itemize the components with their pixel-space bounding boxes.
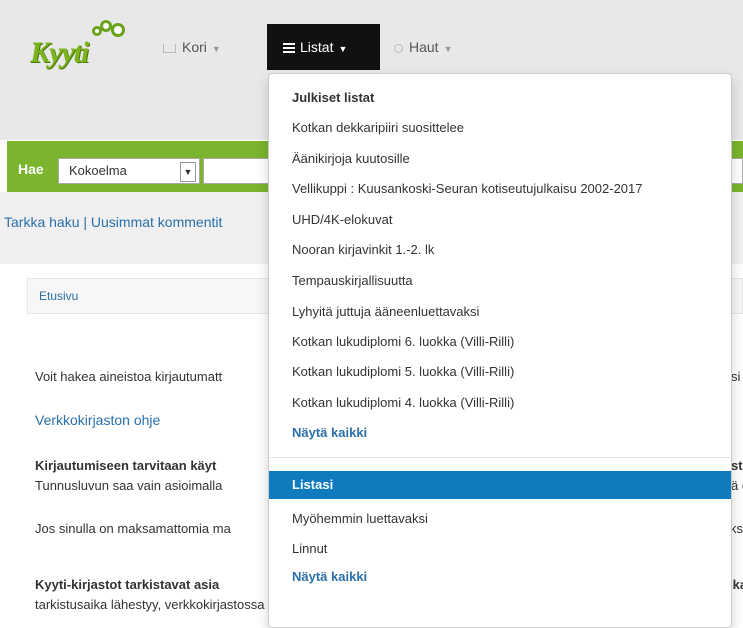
nav-listat-label: Listat	[300, 39, 334, 55]
caret-down-icon: ▼	[211, 44, 221, 54]
my-list-item[interactable]: Myöhemmin luettavaksi	[292, 511, 428, 526]
caret-down-icon: ▼	[338, 44, 348, 54]
public-list-item[interactable]: Nooran kirjavinkit 1.-2. lk	[292, 242, 434, 257]
show-all-public-lists-link[interactable]: Näytä kaikki	[292, 425, 367, 440]
search-scope-value: Kokoelma	[69, 163, 127, 178]
top-navigation: Kyyti Kori ▼ Listat ▼ Haut ▼	[0, 0, 743, 70]
my-lists-item[interactable]: Listasi	[269, 471, 731, 499]
search-icon	[394, 43, 403, 53]
show-all-my-lists-link[interactable]: Näytä kaikki	[292, 569, 367, 584]
menu-divider	[269, 457, 731, 458]
list-icon	[283, 43, 295, 54]
logo-bubble	[111, 23, 125, 37]
search-label: Hae	[18, 161, 44, 177]
kyyti-logo[interactable]: Kyyti	[30, 20, 126, 70]
public-list-item[interactable]: Vellikuppi : Kuusankoski-Seuran kotiseut…	[292, 181, 643, 196]
nav-kori[interactable]: Kori ▼	[163, 24, 221, 70]
search-scope-select[interactable]: Kokoelma ▼	[58, 158, 200, 184]
logo-text: Kyyti	[30, 36, 89, 69]
login-requirements-heading-end: st	[731, 458, 743, 473]
public-list-item[interactable]: Lyhyitä juttuja ääneenluettavaksi	[292, 304, 479, 319]
search-links[interactable]: Tarkka haku | Uusimmat kommentit	[4, 214, 222, 230]
public-list-item[interactable]: Äänikirjoja kuutosille	[292, 151, 410, 166]
public-list-item[interactable]: UHD/4K-elokuvat	[292, 212, 392, 227]
pin-info-text-end: ä e	[731, 478, 743, 493]
nav-listat[interactable]: Listat ▼	[267, 24, 380, 70]
breadcrumb-home-link[interactable]: Etusivu	[39, 289, 78, 303]
nav-haut[interactable]: Haut ▼	[394, 24, 453, 70]
intro-text: Voit hakea aineistoa kirjautumatt	[35, 369, 223, 384]
caret-down-icon: ▼	[443, 44, 453, 54]
nav-kori-label: Kori	[182, 39, 207, 55]
cart-icon	[163, 43, 176, 53]
public-list-item[interactable]: Kotkan lukudiplomi 4. luokka (Villi-Rill…	[292, 395, 514, 410]
public-list-item[interactable]: Tempauskirjallisuutta	[292, 273, 413, 288]
public-list-item[interactable]: Kotkan lukudiplomi 5. luokka (Villi-Rill…	[292, 364, 514, 379]
intro-text-end: si	[731, 369, 741, 384]
login-requirements-heading: Kirjautumiseen tarvitaan käyt	[35, 458, 217, 473]
public-list-item[interactable]: Kotkan lukudiplomi 6. luokka (Villi-Rill…	[292, 334, 514, 349]
my-lists-label: Listasi	[292, 477, 334, 492]
chevron-down-icon: ▼	[180, 162, 196, 182]
my-list-item[interactable]: Linnut	[292, 541, 327, 556]
nav-haut-label: Haut	[409, 39, 439, 55]
public-list-item[interactable]: Kotkan dekkaripiiri suosittelee	[292, 120, 464, 135]
public-lists-header: Julkiset listat	[292, 90, 375, 105]
lists-dropdown-menu: Julkiset listat Kotkan dekkaripiiri suos…	[268, 73, 732, 628]
help-link[interactable]: Verkkokirjaston ohje	[35, 412, 160, 428]
fees-text: Jos sinulla on maksamattomia ma	[35, 521, 231, 536]
pin-info-text: Tunnusluvun saa vain asioimalla	[35, 478, 223, 493]
verification-heading: Kyyti-kirjastot tarkistavat asia	[35, 577, 220, 592]
